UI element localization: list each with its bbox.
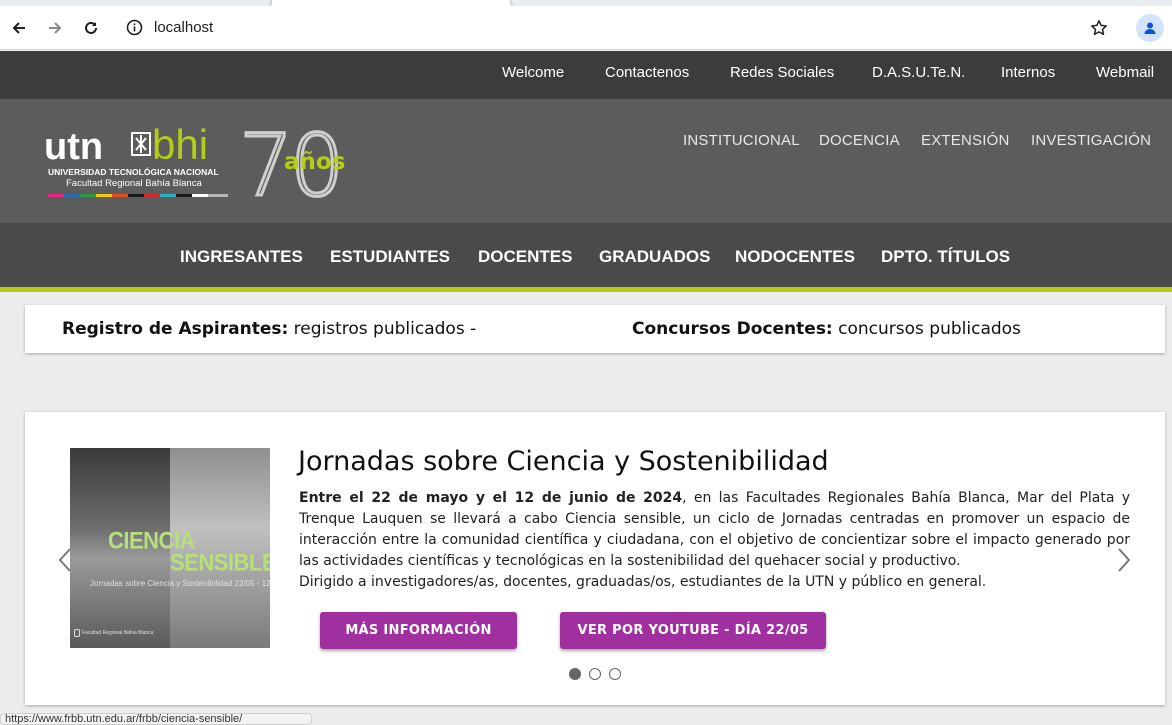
section-nav: INGRESANTES ESTUDIANTES DOCENTES GRADUAD… [0, 223, 1172, 292]
topnav-webmail[interactable]: Webmail [1096, 64, 1154, 81]
profile-avatar-icon[interactable] [1136, 14, 1164, 42]
reload-icon[interactable] [77, 14, 105, 42]
carousel-next-chevron-icon[interactable] [1115, 547, 1133, 573]
secnav-dpto-titulos[interactable]: DPTO. TÍTULOS [881, 247, 1010, 267]
carousel-dot-3[interactable] [609, 668, 621, 680]
topnav-internos[interactable]: Internos [1001, 64, 1055, 81]
address-url[interactable]: localhost [154, 19, 213, 36]
poster-subtitle: Jornadas sobre Ciencia y Sostenibilidad … [90, 579, 270, 588]
carousel-dot-1[interactable] [569, 668, 581, 680]
address-bar[interactable]: localhost [116, 10, 1126, 46]
site-header: utn bhi UNIVERSIDAD TECNOLÓGICA NACIONAL… [0, 99, 1172, 223]
logo-bhi-text: bhi [152, 121, 208, 168]
top-utility-nav: Welcome Contactenos Redes Sociales D.A.S… [0, 51, 1172, 99]
back-arrow-icon[interactable] [5, 14, 33, 42]
utn-emblem-icon [131, 132, 151, 156]
ticker-concursos-text: concursos publicados [832, 319, 1021, 339]
announcement-ticker: Registro de Aspirantes: registros public… [25, 305, 1165, 353]
poster-footer: Facultad Regional Bahía Blanca [82, 630, 154, 636]
ticker-concursos[interactable]: Concursos Docentes: concursos publicados [632, 319, 1021, 339]
slide-audience: Dirigido a investigadores/as, docentes, … [299, 574, 987, 590]
logo-university-text: UNIVERSIDAD TECNOLÓGICA NACIONAL [48, 166, 219, 177]
mainnav-extension[interactable]: EXTENSIÓN [921, 132, 1009, 149]
slide-date: Entre el 22 de mayo y el 12 de junio de … [299, 490, 683, 506]
secnav-nodocentes[interactable]: NODOCENTES [735, 247, 855, 267]
browser-status-url: https://www.frbb.utn.edu.ar/frbb/ciencia… [0, 713, 312, 725]
carousel-pagination [568, 668, 628, 682]
carousel-dot-2[interactable] [589, 668, 601, 680]
site-info-icon[interactable] [126, 19, 143, 40]
ciencia-sensible-poster[interactable]: CIENCIA SENSIBLE Jornadas sobre Ciencia … [70, 448, 270, 648]
ticker-registro[interactable]: Registro de Aspirantes: registros public… [62, 319, 476, 339]
mainnav-institucional[interactable]: INSTITUCIONAL [683, 132, 800, 149]
ticker-concursos-label: Concursos Docentes: [632, 319, 833, 339]
poster-utn-emblem-icon [74, 629, 80, 637]
secnav-graduados[interactable]: GRADUADOS [599, 247, 710, 267]
browser-toolbar: localhost [0, 6, 1172, 50]
secnav-estudiantes[interactable]: ESTUDIANTES [330, 247, 450, 267]
topnav-dasuten[interactable]: D.A.S.U.Te.N. [872, 64, 965, 81]
topnav-welcome[interactable]: Welcome [502, 64, 564, 81]
slide-description: Entre el 22 de mayo y el 12 de junio de … [299, 488, 1130, 593]
bookmark-star-icon[interactable] [1085, 14, 1113, 42]
poster-word-sensible: SENSIBLE [170, 548, 270, 577]
mainnav-investigacion[interactable]: INVESTIGACIÓN [1031, 132, 1151, 149]
logo-anos-word: años [284, 149, 345, 175]
news-carousel: CIENCIA SENSIBLE Jornadas sobre Ciencia … [25, 412, 1165, 705]
ticker-registro-label: Registro de Aspirantes: [62, 319, 289, 339]
logo-utn-text: utn [44, 126, 103, 168]
forward-arrow-icon[interactable] [41, 14, 69, 42]
secnav-docentes[interactable]: DOCENTES [478, 247, 572, 267]
mas-informacion-button[interactable]: MÁS INFORMACIÓN [320, 612, 517, 649]
utn-bhi-70-logo[interactable]: utn bhi UNIVERSIDAD TECNOLÓGICA NACIONAL… [44, 115, 374, 218]
slide-title: Jornadas sobre Ciencia y Sostenibilidad [298, 446, 829, 477]
topnav-redes-sociales[interactable]: Redes Sociales [730, 64, 834, 81]
secnav-ingresantes[interactable]: INGRESANTES [180, 247, 303, 267]
topnav-contactenos[interactable]: Contactenos [605, 64, 689, 81]
logo-faculty-text: Facultad Regional Bahía Blanca [66, 178, 202, 189]
ticker-registro-text: registros publicados - [288, 319, 477, 339]
logo-color-stripe [48, 194, 228, 197]
ver-por-youtube-button[interactable]: VER POR YOUTUBE - DÍA 22/05 [560, 612, 826, 649]
mainnav-docencia[interactable]: DOCENCIA [819, 132, 900, 149]
